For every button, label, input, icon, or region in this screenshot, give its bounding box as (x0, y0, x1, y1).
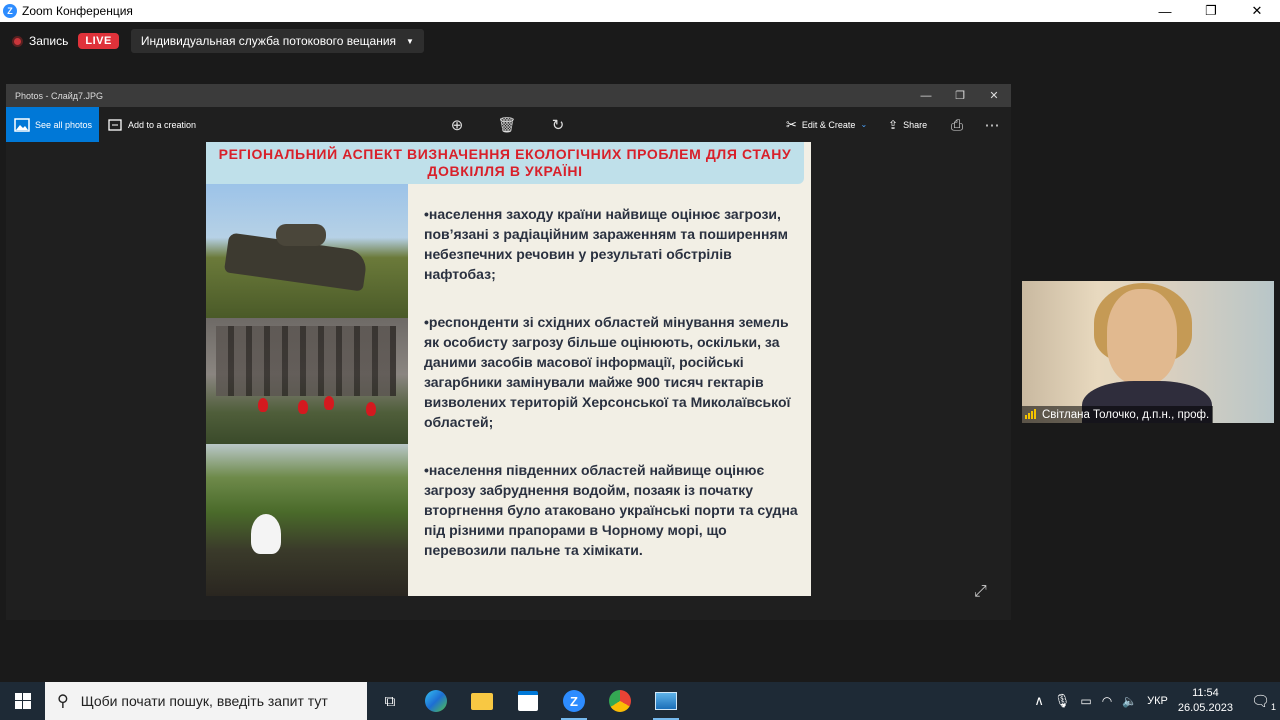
recording-bar: Запись LIVE Индивидуальная служба потоко… (12, 29, 424, 53)
zoom-logo-icon: Z (3, 4, 17, 18)
add-creation-icon (108, 118, 122, 131)
more-options-icon[interactable]: ⋯ (982, 115, 1002, 135)
caret-down-icon: ▼ (406, 36, 414, 46)
minimize-button[interactable]: — (1142, 0, 1188, 22)
microphone-icon[interactable]: 🎙 (1054, 693, 1071, 709)
zoom-icon: Z (563, 690, 585, 712)
recording-icon (12, 35, 23, 47)
slide-title: РЕГІОНАЛЬНИЙ АСПЕКТ ВИЗНАЧЕННЯ ЕКОЛОГІЧН… (206, 142, 804, 184)
recording-label: Запись (29, 34, 69, 48)
task-view-button[interactable]: ⧉ (367, 682, 413, 720)
window-title: Zoom Конференция (22, 4, 133, 18)
signal-strength-icon (1025, 409, 1036, 419)
photos-minimize-button[interactable]: — (909, 84, 943, 107)
clock[interactable]: 11:54 26.05.2023 (1178, 686, 1233, 716)
slide-title-line2: ДОВКІЛЛЯ В УКРАЇНІ (427, 163, 583, 179)
stream-service-label: Индивидуальная служба потокового вещания (140, 34, 397, 48)
search-icon: ⚲ (57, 693, 69, 710)
chevron-down-icon: ⌄ (860, 120, 868, 129)
tulip-shape (258, 398, 268, 412)
tank-turret-shape (276, 224, 326, 246)
notification-center-button[interactable]: 🗨 1 (1251, 692, 1276, 712)
photos-titlebar: Photos - Слайд7.JPG — ❐ ✕ (6, 84, 1011, 107)
print-icon[interactable]: ⎙ (947, 115, 967, 135)
photos-icon (14, 117, 30, 132)
slide-image: РЕГІОНАЛЬНИЙ АСПЕКТ ВИЗНАЧЕННЯ ЕКОЛОГІЧН… (206, 142, 811, 596)
destroyed-tank-photo (206, 184, 408, 318)
edit-create-icon: ✂ (786, 116, 797, 132)
share-button[interactable]: ⇪ Share (888, 107, 927, 142)
date: 26.05.2023 (1177, 702, 1233, 714)
see-all-photos-button[interactable]: See all photos (6, 107, 99, 142)
search-placeholder: Щоби почати пошук, введіть запит тут (80, 693, 328, 709)
chevron-up-icon[interactable]: ∧ (1034, 693, 1044, 709)
taskbar-edge[interactable] (413, 682, 459, 720)
expand-icon[interactable]: ⤢ (974, 583, 987, 601)
taskbar-explorer[interactable] (459, 682, 505, 720)
photos-window-controls: — ❐ ✕ (909, 84, 1011, 107)
volume-icon[interactable]: 🔈 (1122, 694, 1137, 708)
edge-icon (425, 690, 447, 712)
stream-service-dropdown[interactable]: Индивидуальная служба потокового вещания… (130, 29, 424, 53)
participant-video[interactable] (1022, 281, 1274, 423)
participant-name: Світлана Толочко, д.п.н., проф. (1042, 408, 1210, 421)
language-indicator[interactable]: УКР (1147, 695, 1168, 707)
windows-icon (14, 693, 31, 709)
battery-icon[interactable]: ▭ (1080, 694, 1091, 708)
edit-create-button[interactable]: ✂ Edit & Create ⌄ (786, 107, 867, 142)
chrome-icon (609, 690, 631, 712)
taskbar: ⚲ Щоби почати пошук, введіть запит тут ⧉… (0, 682, 1280, 720)
tulip-shape (366, 402, 376, 416)
tulip-shape (324, 396, 334, 410)
share-label: Share (903, 119, 928, 130)
time: 11:54 (1192, 687, 1219, 699)
store-icon (518, 691, 538, 711)
tulip-shape (298, 400, 308, 414)
close-button[interactable]: ✕ (1234, 0, 1280, 22)
notification-count: 1 (1270, 702, 1276, 712)
photos-toolbar: See all photos Add to a creation ⊕ 🗑 ↻ ✂… (6, 107, 1011, 143)
taskbar-chrome[interactable] (597, 682, 643, 720)
photos-close-button[interactable]: ✕ (977, 84, 1011, 107)
taskbar-photos[interactable] (643, 682, 689, 720)
task-view-icon: ⧉ (384, 692, 396, 710)
photos-restore-button[interactable]: ❐ (943, 84, 977, 107)
delete-icon[interactable]: 🗑 (497, 115, 517, 135)
live-badge[interactable]: LIVE (78, 33, 119, 49)
add-to-creation-label: Add to a creation (128, 119, 197, 130)
building-shape (216, 326, 396, 396)
zoom-titlebar: Z Zoom Конференция — ❐ ✕ (0, 0, 1280, 22)
rotate-icon[interactable]: ↻ (548, 115, 568, 135)
photos-window: Photos - Слайд7.JPG — ❐ ✕ See all photos… (6, 84, 1011, 620)
taskbar-search[interactable]: ⚲ Щоби почати пошук, введіть запит тут (45, 682, 367, 720)
edit-create-label: Edit & Create (801, 119, 856, 130)
stork-field-photo (206, 444, 408, 596)
system-tray: ∧ 🎙 ▭ ◠ 🔈 УКР 11:54 26.05.2023 🗨 1 (1034, 682, 1280, 720)
slide-title-line1: РЕГІОНАЛЬНИЙ АСПЕКТ ВИЗНАЧЕННЯ ЕКОЛОГІЧН… (218, 146, 792, 162)
slide-bullet: •населення південних областей найвище оц… (424, 462, 798, 558)
share-icon: ⇪ (888, 117, 899, 132)
start-button[interactable] (0, 682, 45, 720)
stork-shape (251, 514, 281, 554)
zoom-in-icon[interactable]: ⊕ (447, 115, 467, 135)
window-controls: — ❐ ✕ (1142, 0, 1280, 22)
slide-bullet: •респонденти зі східних областей мінуван… (424, 314, 791, 430)
wifi-icon[interactable]: ◠ (1102, 694, 1112, 708)
maximize-button[interactable]: ❐ (1188, 0, 1234, 22)
folder-icon (471, 692, 493, 710)
photos-app-icon (655, 692, 677, 710)
participant-name-tag: Світлана Толочко, д.п.н., проф. (1022, 406, 1214, 423)
taskbar-store[interactable] (505, 682, 551, 720)
photos-window-title: Photos - Слайд7.JPG (15, 90, 104, 101)
slide-bullet: •населення заходу країни найвище оцінює … (424, 206, 788, 282)
taskbar-zoom[interactable]: Z (551, 682, 597, 720)
damaged-building-photo (206, 318, 408, 444)
face-shape (1107, 289, 1177, 384)
slide-bullets: •населення заходу країни найвище оцінює … (424, 204, 806, 588)
see-all-photos-label: See all photos (35, 119, 93, 130)
add-to-creation-button[interactable]: Add to a creation (108, 107, 196, 142)
